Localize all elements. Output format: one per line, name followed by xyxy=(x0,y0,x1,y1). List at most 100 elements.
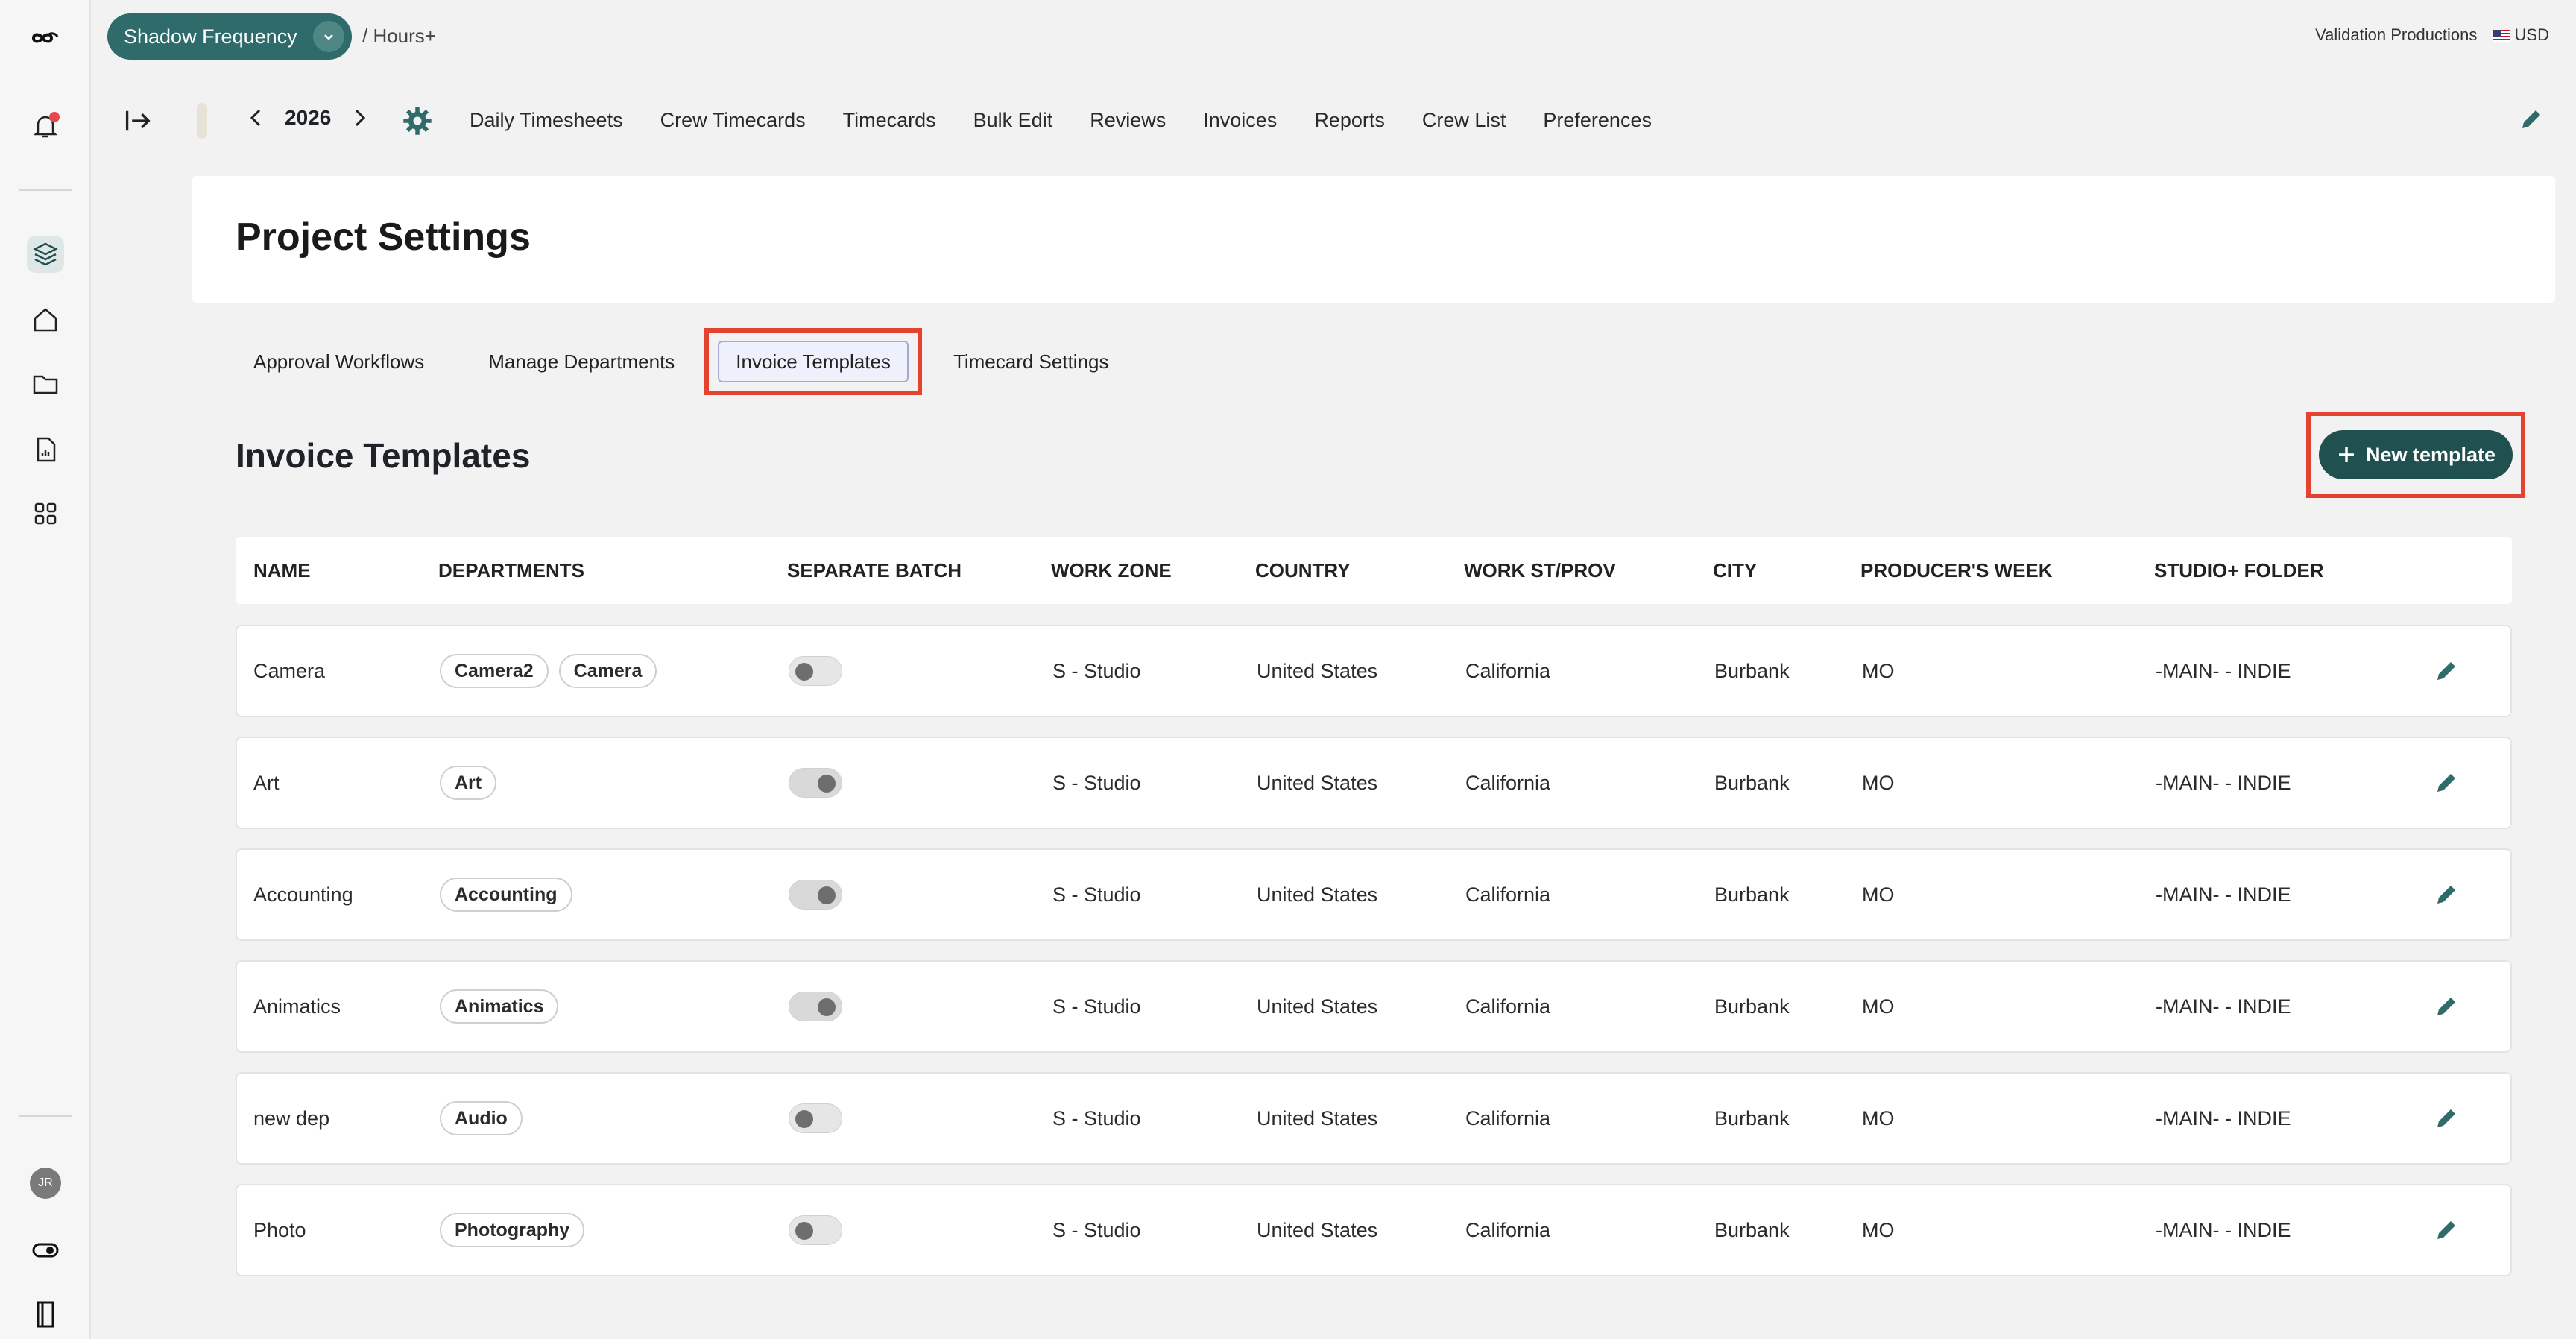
table-row[interactable]: Accounting Accounting S - Studio United Sta… xyxy=(236,848,2512,941)
nav-link-crew-list[interactable]: Crew List xyxy=(1422,109,1506,132)
user-avatar[interactable]: JR xyxy=(30,1168,61,1199)
cell-edit[interactable] xyxy=(2431,738,2461,828)
table-row[interactable]: Art Art S - Studio United States California B… xyxy=(236,737,2512,829)
home-icon[interactable] xyxy=(27,301,64,338)
layers-icon[interactable] xyxy=(27,236,64,273)
document-chart-icon[interactable] xyxy=(27,431,64,468)
tab-manage-departments[interactable]: Manage Departments xyxy=(442,328,692,395)
col-header-work-zone[interactable]: WORK ZONE xyxy=(1051,537,1172,604)
section-title: Invoice Templates xyxy=(236,436,531,475)
nav-link-timecards[interactable]: Timecards xyxy=(843,109,936,132)
department-chip: Art xyxy=(440,766,497,800)
page-header: Project Settings xyxy=(192,176,2555,303)
currency-selector[interactable]: USD xyxy=(2493,25,2549,45)
cell-work-zone: S - Studio xyxy=(1052,995,1141,1018)
new-template-button[interactable]: New template xyxy=(2319,430,2513,479)
col-header-producers-week[interactable]: PRODUCER'S WEEK xyxy=(1860,537,2053,604)
nav-link-preferences[interactable]: Preferences xyxy=(1543,109,1652,132)
nav-link-reports[interactable]: Reports xyxy=(1314,109,1385,132)
nav-link-daily-timesheets[interactable]: Daily Timesheets xyxy=(470,109,623,132)
tab-timecard-settings[interactable]: Timecard Settings xyxy=(934,328,1127,395)
edit-pencil-icon[interactable] xyxy=(2431,1215,2461,1245)
toggle-knob xyxy=(818,998,836,1016)
table-header: NAME DEPARTMENTS SEPARATE BATCH WORK ZON… xyxy=(236,537,2512,604)
chevron-left-icon[interactable] xyxy=(247,107,265,128)
table-row[interactable]: Camera Camera2 Camera S - Studio United Stat… xyxy=(236,625,2512,717)
table-row[interactable]: Animatics Animatics S - Studio United State… xyxy=(236,960,2512,1053)
nav-link-reviews[interactable]: Reviews xyxy=(1090,109,1166,132)
col-header-city[interactable]: CITY xyxy=(1713,537,1757,604)
cell-city: Burbank xyxy=(1714,1106,1790,1130)
edit-pencil-icon[interactable] xyxy=(2431,992,2461,1021)
cell-producers-week: MO xyxy=(1862,771,1895,794)
toggle-theme-icon[interactable] xyxy=(27,1232,64,1269)
breadcrumb[interactable]: / Hours+ xyxy=(362,25,436,48)
cell-producers-week: MO xyxy=(1862,1106,1895,1130)
cell-departments: Audio xyxy=(440,1074,533,1163)
table-row[interactable]: new dep Audio S - Studio United States Calif… xyxy=(236,1072,2512,1165)
top-right-info: Validation Productions USD xyxy=(2315,25,2549,45)
col-header-studio-folder[interactable]: STUDIO+ FOLDER xyxy=(2154,537,2324,604)
col-header-departments[interactable]: DEPARTMENTS xyxy=(438,537,584,604)
cell-country: United States xyxy=(1257,883,1378,906)
app-logo-icon[interactable] xyxy=(27,18,64,55)
col-header-work-st-prov[interactable]: WORK ST/PROV xyxy=(1464,537,1616,604)
drag-handle[interactable] xyxy=(197,103,207,139)
cell-name: Accounting xyxy=(253,883,353,906)
settings-gear-icon[interactable] xyxy=(401,104,434,137)
col-header-name[interactable]: NAME xyxy=(253,537,311,604)
separate-batch-toggle[interactable] xyxy=(789,1215,842,1245)
chevron-right-icon[interactable] xyxy=(350,107,368,128)
company-name[interactable]: Validation Productions xyxy=(2315,25,2477,45)
cell-edit[interactable] xyxy=(2431,1074,2461,1163)
separate-batch-toggle[interactable] xyxy=(789,656,842,686)
apps-grid-icon[interactable] xyxy=(27,495,64,532)
expand-sidebar-icon[interactable] xyxy=(122,104,155,137)
tab-invoice-templates[interactable]: Invoice Templates xyxy=(704,328,922,395)
table-row[interactable]: Photo Photography S - Studio United States C… xyxy=(236,1184,2512,1276)
cell-studio-folder: -MAIN- - INDIE xyxy=(2156,1106,2291,1130)
cell-producers-week: MO xyxy=(1862,995,1895,1018)
cell-name: Camera xyxy=(253,659,326,682)
rail-divider-bottom xyxy=(19,1115,72,1117)
tab-approval-workflows[interactable]: Approval Workflows xyxy=(236,328,442,395)
edit-pencil-icon[interactable] xyxy=(2431,880,2461,910)
cell-separate-batch xyxy=(789,1185,842,1275)
department-chip: Camera xyxy=(558,654,657,688)
toggle-knob xyxy=(795,663,813,681)
notifications-bell-icon[interactable] xyxy=(27,107,64,145)
separate-batch-toggle[interactable] xyxy=(789,1103,842,1133)
logout-door-icon[interactable] xyxy=(27,1296,64,1333)
cell-city: Burbank xyxy=(1714,995,1790,1018)
cell-work-st-prov: California xyxy=(1465,995,1551,1018)
project-selector[interactable]: Shadow Frequency xyxy=(107,13,352,60)
separate-batch-toggle[interactable] xyxy=(789,880,842,910)
cell-country: United States xyxy=(1257,659,1378,682)
currency-label: USD xyxy=(2514,25,2549,44)
nav-link-bulk-edit[interactable]: Bulk Edit xyxy=(973,109,1053,132)
cell-name: Photo xyxy=(253,1218,306,1241)
nav-link-crew-timecards[interactable]: Crew Timecards xyxy=(660,109,806,132)
separate-batch-toggle[interactable] xyxy=(789,768,842,798)
edit-pencil-icon[interactable] xyxy=(2516,104,2546,134)
toggle-knob xyxy=(795,1222,813,1240)
nav-links: Daily Timesheets Crew Timecards Timecard… xyxy=(470,109,1652,132)
cell-studio-folder: -MAIN- - INDIE xyxy=(2156,659,2291,682)
edit-pencil-icon[interactable] xyxy=(2431,656,2461,686)
edit-pencil-icon[interactable] xyxy=(2431,768,2461,798)
folder-icon[interactable] xyxy=(27,365,64,403)
cell-edit[interactable] xyxy=(2431,962,2461,1051)
cell-edit[interactable] xyxy=(2431,850,2461,939)
col-header-country[interactable]: COUNTRY xyxy=(1255,537,1351,604)
edit-pencil-icon[interactable] xyxy=(2431,1103,2461,1133)
cell-city: Burbank xyxy=(1714,659,1790,682)
cell-edit[interactable] xyxy=(2431,1185,2461,1275)
cell-edit[interactable] xyxy=(2431,626,2461,716)
cell-producers-week: MO xyxy=(1862,1218,1895,1241)
cell-name: new dep xyxy=(253,1106,330,1130)
separate-batch-toggle[interactable] xyxy=(789,992,842,1021)
nav-link-invoices[interactable]: Invoices xyxy=(1203,109,1277,132)
col-header-separate-batch[interactable]: SEPARATE BATCH xyxy=(787,537,962,604)
cell-separate-batch xyxy=(789,738,842,828)
rail-divider xyxy=(19,189,72,191)
